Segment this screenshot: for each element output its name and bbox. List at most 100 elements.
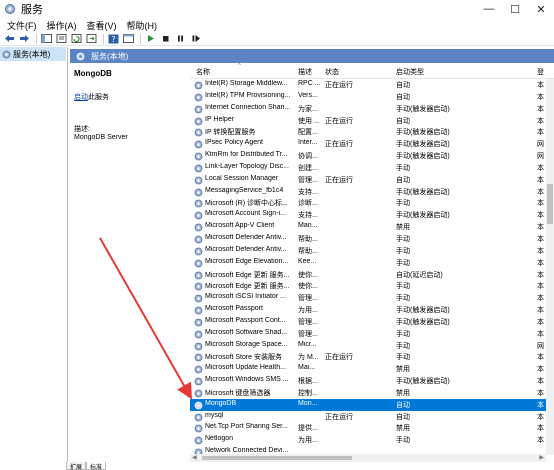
horizontal-scroll-thumb[interactable] bbox=[202, 456, 352, 460]
service-row[interactable]: Link-Layer Topology Disc... 创建... 手动本 bbox=[190, 162, 554, 174]
gear-icon bbox=[194, 282, 203, 291]
service-description: Micr... bbox=[298, 340, 317, 348]
pause-service-icon[interactable] bbox=[174, 33, 187, 44]
description-pane: MongoDB 启动此服务 描述: MongoDB Server bbox=[70, 63, 190, 461]
service-row[interactable]: Netlogon 为用... 手动本 bbox=[190, 434, 554, 446]
service-row[interactable]: IP 转换配置服务 配置... 手动(触发器启动) 本 bbox=[190, 126, 554, 138]
service-startup-type: 自动 bbox=[396, 93, 410, 101]
service-row[interactable]: Microsoft Defender Antiv... 帮助... 手动本 bbox=[190, 233, 554, 245]
service-description: 帮助... bbox=[298, 247, 318, 255]
stop-service-icon[interactable] bbox=[159, 33, 172, 44]
service-startup-type: 手动(触发器启动) bbox=[396, 105, 450, 113]
service-name: Microsoft Edge 更新 服务... bbox=[205, 283, 290, 291]
refresh-icon[interactable] bbox=[70, 33, 83, 44]
service-row[interactable]: KtmRm for Distributed Tr... 协调... 手动(触发器启动… bbox=[190, 150, 554, 162]
column-header-description[interactable]: 描述 bbox=[298, 67, 312, 77]
service-row[interactable]: Internet Connection Shari... 为家... 手动(触发器启… bbox=[190, 103, 554, 115]
forward-icon[interactable] bbox=[18, 33, 31, 44]
service-startup-type: 手动(触发器启动) bbox=[396, 141, 450, 149]
gear-icon bbox=[194, 271, 203, 279]
menu-help[interactable]: 帮助(H) bbox=[122, 19, 163, 32]
back-icon[interactable] bbox=[3, 33, 16, 44]
service-row[interactable]: Net.Tcp Port Sharing Ser... 提供... 禁用本 bbox=[190, 422, 554, 434]
maximize-button[interactable]: ☐ bbox=[502, 0, 528, 18]
vertical-scroll-thumb[interactable] bbox=[547, 184, 553, 224]
service-row[interactable]: Microsoft Storage Space... Micr... 手动网 bbox=[190, 340, 554, 352]
tree-item-services-local[interactable]: 服务(本地) bbox=[0, 47, 66, 61]
service-row[interactable]: IPsec Policy Agent Inter... 正在运行 手动(触发器启动) 网 bbox=[190, 138, 554, 150]
service-description: 使用 ... bbox=[298, 117, 320, 125]
column-header-status[interactable]: 状态 bbox=[325, 67, 339, 77]
export-list-icon[interactable] bbox=[85, 33, 98, 44]
service-row[interactable]: Local Session Manager 管理... 正在运行 自动本 bbox=[190, 174, 554, 186]
start-service-icon[interactable] bbox=[144, 33, 157, 44]
properties-icon[interactable] bbox=[55, 33, 68, 44]
gear-icon bbox=[194, 140, 203, 149]
service-row[interactable]: Microsoft Edge Elevation... Kee... 手动本 bbox=[190, 257, 554, 269]
tab-extended[interactable]: 扩展 bbox=[66, 462, 87, 470]
service-startup-type: 禁用 bbox=[396, 224, 410, 232]
gear-icon bbox=[194, 436, 203, 445]
column-header-logon[interactable]: 登 bbox=[537, 67, 544, 77]
horizontal-scrollbar[interactable]: ◀ ▶ bbox=[190, 454, 546, 462]
service-startup-type: 禁用 bbox=[396, 366, 410, 374]
start-service-link[interactable]: 启动 bbox=[74, 94, 88, 101]
service-row[interactable]: Microsoft Account Sign-i... 支持... 手动(触发器启动… bbox=[190, 209, 554, 221]
service-status: 正在运行 bbox=[325, 82, 353, 89]
column-header-startup-type[interactable]: 启动类型 bbox=[396, 67, 424, 77]
service-description: 为 M... bbox=[298, 354, 319, 362]
service-row[interactable]: Microsoft 键盘筛选器 控制... 禁用本 bbox=[190, 387, 554, 399]
service-name: Link-Layer Topology Disc... bbox=[205, 162, 289, 170]
service-row[interactable]: MessagingService_fb1c4 支持... 手动(触发器启动) 本 bbox=[190, 186, 554, 198]
service-row[interactable]: Microsoft Software Shad... 管理... 手动本 bbox=[190, 328, 554, 340]
service-description: 控制... bbox=[298, 389, 318, 397]
vertical-scrollbar[interactable] bbox=[546, 79, 554, 455]
menu-action[interactable]: 操作(A) bbox=[42, 19, 82, 32]
service-name: Net.Tcp Port Sharing Ser... bbox=[205, 423, 288, 431]
service-row[interactable]: MongoDB Mon... 自动本 bbox=[190, 398, 554, 411]
close-button[interactable]: ✕ bbox=[528, 0, 554, 18]
service-row[interactable]: mysql 正在运行 自动本 bbox=[190, 411, 554, 423]
service-name: Internet Connection Shari... bbox=[205, 103, 291, 111]
view-icon[interactable] bbox=[122, 33, 135, 44]
service-row[interactable]: Microsoft (R) 诊断中心标... 诊断... 手动本 bbox=[190, 197, 554, 209]
service-startup-type: 手动 bbox=[396, 235, 410, 243]
service-row[interactable]: Intel(R) Storage Middlew... RPC ... 正在运行 自动… bbox=[190, 79, 554, 91]
service-row[interactable]: Microsoft Edge 更新 服务... 使你... 手动本 bbox=[190, 280, 554, 292]
service-row[interactable]: Network Connected Devi... bbox=[190, 446, 554, 454]
gear-icon bbox=[194, 128, 203, 137]
service-startup-type: 手动(触发器启动) bbox=[396, 212, 450, 220]
service-row[interactable]: Intel(R) TPM Provisioning... Vers... 自动本 bbox=[190, 91, 554, 103]
tab-standard[interactable]: 标准 bbox=[86, 462, 107, 470]
service-startup-type: 自动 bbox=[396, 82, 410, 89]
menu-file[interactable]: 文件(F) bbox=[2, 19, 42, 32]
service-row[interactable]: Microsoft Store 安装服务为 M... 正在运行 手动本 bbox=[190, 351, 554, 363]
service-row[interactable]: IP Helper 使用 ... 正在运行 自动本 bbox=[190, 115, 554, 127]
gear-icon bbox=[194, 354, 203, 362]
service-row[interactable]: Microsoft Passport Cont... 管理... 手动(触发器启动)… bbox=[190, 316, 554, 328]
menu-view[interactable]: 查看(V) bbox=[82, 19, 122, 32]
help-icon[interactable]: ? bbox=[107, 33, 120, 44]
service-row[interactable]: Microsoft App-V Client Man... 禁用本 bbox=[190, 221, 554, 233]
gear-icon bbox=[194, 188, 203, 196]
service-status: 正在运行 bbox=[325, 354, 353, 362]
restart-service-icon[interactable] bbox=[189, 33, 202, 44]
service-row[interactable]: Microsoft Edge 更新 服务... 使你... 自动(延迟启动) 本 bbox=[190, 269, 554, 281]
service-row[interactable]: Microsoft Passport 为用... 手动(触发器启动) 本 bbox=[190, 304, 554, 316]
service-row[interactable]: Microsoft Windows SMS ... 根据... 手动(触发器启动) 本 bbox=[190, 375, 554, 387]
service-row[interactable]: Microsoft Defender Antiv... 帮助... 手动本 bbox=[190, 245, 554, 257]
service-row[interactable]: Microsoft Update Health... Mai... 禁用本 bbox=[190, 363, 554, 375]
scroll-right-icon[interactable]: ▶ bbox=[539, 454, 544, 461]
content-header: 服务(本地) bbox=[70, 49, 554, 63]
service-name: Local Session Manager bbox=[205, 174, 279, 182]
show-hide-console-tree-icon[interactable] bbox=[40, 33, 53, 44]
toolbar: ? bbox=[0, 32, 554, 46]
column-header-name[interactable]: 名称 bbox=[196, 67, 210, 77]
service-name: Microsoft App-V Client bbox=[205, 222, 275, 230]
service-name: Intel(R) Storage Middlew... bbox=[205, 80, 288, 87]
toolbar-separator bbox=[36, 33, 37, 44]
scroll-left-icon[interactable]: ◀ bbox=[192, 454, 197, 461]
service-row[interactable]: Microsoft iSCSI Initiator ... 管理... 手动本 bbox=[190, 292, 554, 304]
minimize-button[interactable]: — bbox=[476, 0, 502, 18]
service-name: mysql bbox=[205, 411, 224, 419]
